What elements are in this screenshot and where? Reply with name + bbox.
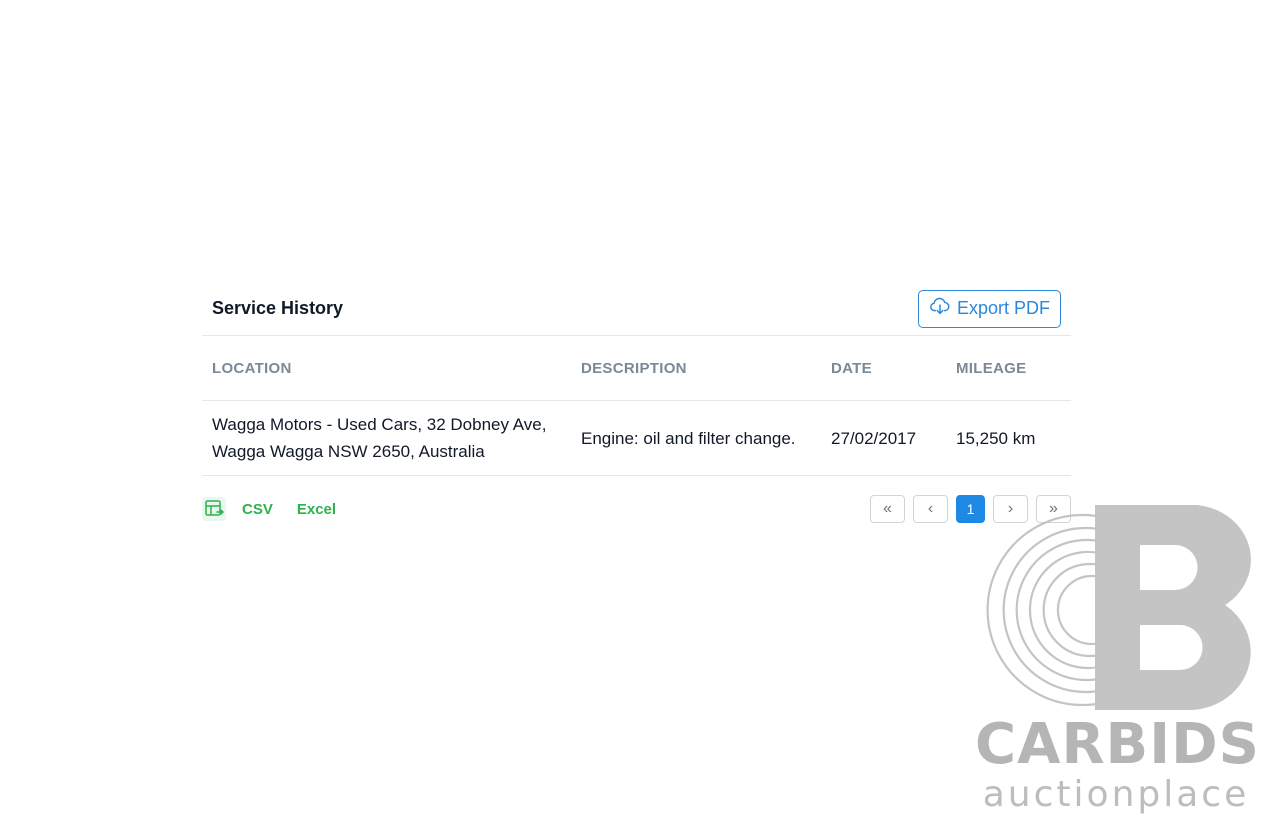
service-history-panel: Service History Export PDF LOCATION DESC… [202,282,1071,476]
watermark-subtitle: auctionplace [982,774,1250,815]
prev-page-button[interactable]: ‹ [913,495,948,523]
column-header-mileage[interactable]: MILEAGE [946,336,1071,401]
export-pdf-button[interactable]: Export PDF [917,289,1061,328]
column-header-description[interactable]: DESCRIPTION [571,336,821,401]
table-row: Wagga Motors - Used Cars, 32 Dobney Ave,… [202,400,1071,476]
cell-description: Engine: oil and filter change. [571,400,821,476]
watermark-brand: CARBIDS [975,712,1260,777]
column-header-date[interactable]: DATE [821,336,946,401]
cell-location: Wagga Motors - Used Cars, 32 Dobney Ave,… [202,400,571,476]
table-export-icon [202,497,226,521]
service-history-table: LOCATION DESCRIPTION DATE MILEAGE Wagga … [202,336,1071,476]
table-header-row: LOCATION DESCRIPTION DATE MILEAGE [202,336,1071,401]
cloud-download-icon [929,295,951,322]
panel-title: Service History [212,298,344,318]
first-page-button[interactable]: « [870,495,905,523]
location-line-2: Wagga Wagga NSW 2650, Australia [212,442,485,461]
column-header-location[interactable]: LOCATION [202,336,571,401]
table-footer: CSV Excel « ‹ 1 › » [202,494,1071,524]
export-excel-link[interactable]: Excel [297,501,336,518]
export-links: CSV Excel [202,497,336,521]
export-csv-link[interactable]: CSV [242,501,273,518]
location-line-1: Wagga Motors - Used Cars, 32 Dobney Ave, [212,415,547,434]
panel-header: Service History Export PDF [202,282,1071,336]
cell-date: 27/02/2017 [821,400,946,476]
export-pdf-label: Export PDF [956,298,1050,318]
cell-mileage: 15,250 km [946,400,1071,476]
